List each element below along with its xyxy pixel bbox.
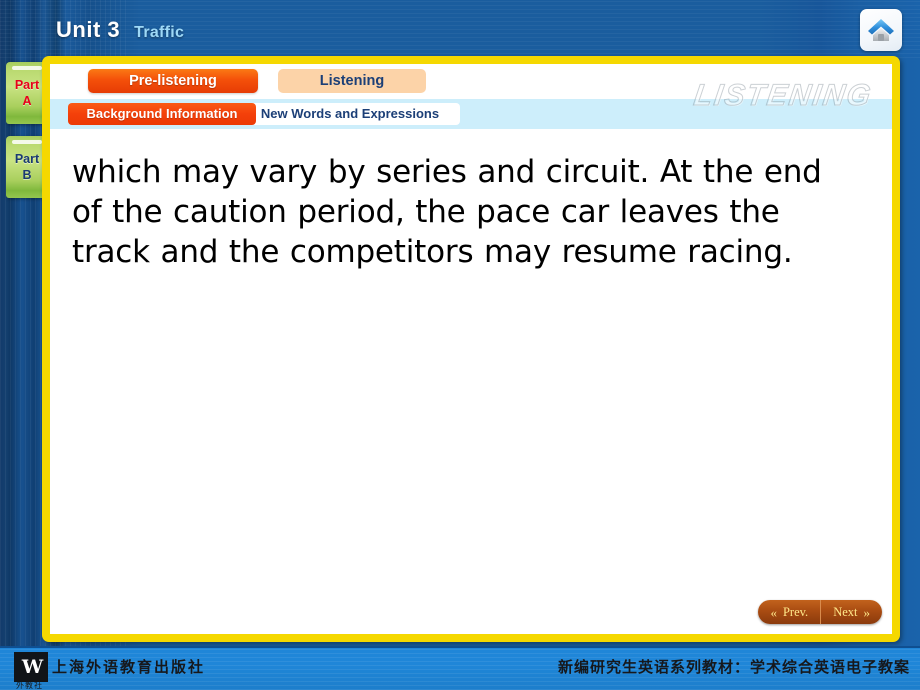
content-body: which may vary by series and circuit. At… xyxy=(50,129,892,634)
home-icon xyxy=(868,19,894,41)
publisher-name: 上海外语教育出版社 xyxy=(52,658,206,676)
navigation-buttons: « Prev. Next » xyxy=(758,600,882,624)
tab-bar-primary: Pre-listening Listening xyxy=(50,64,892,99)
chevron-double-left-icon: « xyxy=(770,604,777,620)
tab-listening[interactable]: Listening xyxy=(278,69,426,93)
series-title: 新编研究生英语系列教材：学术综合英语电子教案 xyxy=(557,658,910,676)
publisher-logo-subtext: 外教社 xyxy=(16,681,43,690)
chevron-double-right-icon: » xyxy=(863,604,871,620)
content-panel-inner: Pre-listening Listening LISTENING New Wo… xyxy=(50,64,892,634)
unit-label: Unit 3 xyxy=(56,17,121,42)
next-button-label: Next xyxy=(833,604,858,619)
sidebar-item-part-a-line2: A xyxy=(22,94,32,108)
next-button[interactable]: Next » xyxy=(820,600,882,624)
body-paragraph: which may vary by series and circuit. At… xyxy=(72,154,822,270)
slide-root: Unit 3 Traffic Part A Part B Pre-listeni… xyxy=(0,0,920,690)
tab-pre-listening[interactable]: Pre-listening xyxy=(88,69,258,93)
sidebar-item-part-a-line1: Part xyxy=(14,78,40,92)
home-button[interactable] xyxy=(860,9,902,51)
sidebar-item-part-b-line1: Part xyxy=(14,152,40,166)
content-panel: Pre-listening Listening LISTENING New Wo… xyxy=(42,56,900,642)
page-title: Unit 3 Traffic xyxy=(56,17,184,43)
unit-topic-label: Traffic xyxy=(134,24,185,41)
prev-button-label: Prev. xyxy=(782,604,809,619)
tab-new-words-and-expressions[interactable]: New Words and Expressions xyxy=(240,103,460,125)
publisher-logo-mark: W xyxy=(14,652,48,682)
footer-bar: W 上海外语教育出版社 外教社 新编研究生英语系列教材：学术综合英语电子教案 xyxy=(0,646,920,690)
sidebar-item-part-b-line2: B xyxy=(22,168,32,182)
prev-button[interactable]: « Prev. xyxy=(758,600,820,624)
tab-background-information[interactable]: Background Information xyxy=(68,103,256,125)
tab-bar-secondary: LISTENING New Words and Expressions Back… xyxy=(50,79,892,129)
publisher-logo: W 上海外语教育出版社 外教社 xyxy=(14,652,206,690)
